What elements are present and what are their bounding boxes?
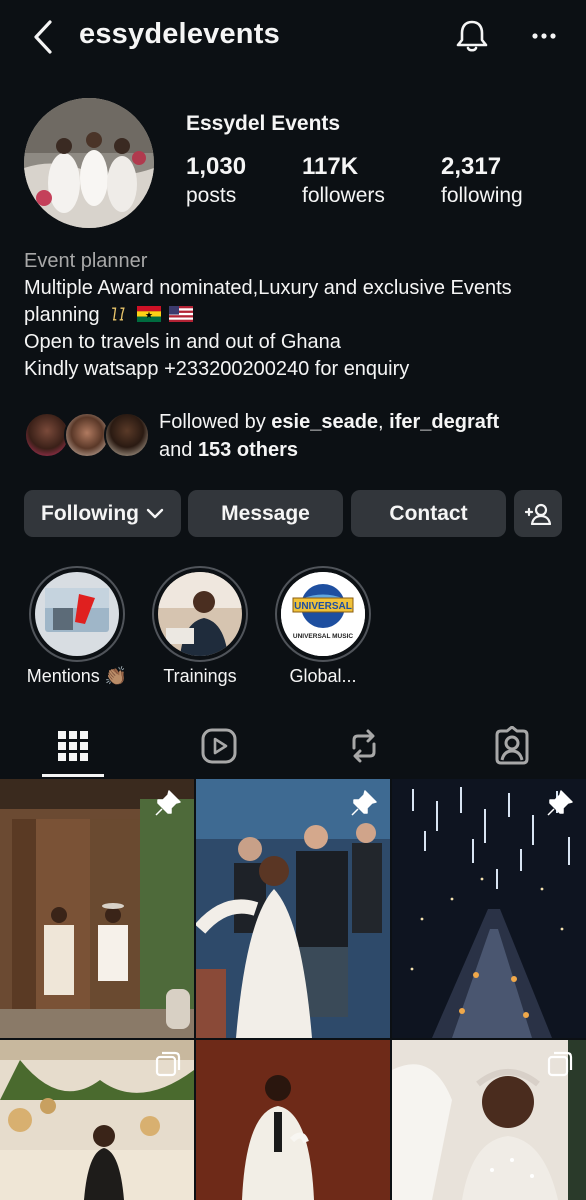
ghana-flag-icon [136,306,161,322]
display-name: Essydel Events [186,112,341,135]
message-button-label: Message [221,501,310,525]
post-tile[interactable] [392,1040,586,1200]
bio-line: Open to travels in and out of Ghana [24,331,341,353]
bio-category: Event planner [24,250,148,272]
suggest-people-button[interactable] [514,490,562,537]
repost-icon[interactable] [344,726,384,766]
pin-icon [547,790,573,816]
followers-count: 117K [302,153,359,180]
highlight-cover [35,572,119,656]
tagged-icon[interactable] [492,726,532,766]
champagne-icon [112,307,125,321]
highlight-cover [158,572,242,656]
post-tile[interactable] [392,779,586,1038]
followed-by-and: and [159,439,193,461]
following-count: 2,317 [441,153,502,180]
posts-label: posts [186,184,237,207]
mutual-user-link[interactable]: ifer_degraft [389,411,499,433]
universal-music-logo: UNIVERSAL UNIVERSAL MUSIC [281,572,365,656]
followed-by-prefix: Followed by [159,411,266,433]
mutual-others-link[interactable]: 153 others [198,439,298,461]
more-horizontal-icon[interactable] [524,20,564,52]
post-tile[interactable] [0,1040,194,1200]
stat-posts[interactable]: 1,030 posts [186,153,246,208]
carousel-icon [547,1051,573,1077]
bio-line-with-emoji: planning [24,302,569,329]
mutual-avatar [104,412,150,458]
post-tile[interactable] [0,779,194,1038]
grid-icon[interactable] [53,726,93,766]
bell-icon[interactable] [452,16,492,56]
stat-following[interactable]: 2,317 following [441,153,523,208]
carousel-icon [155,1051,181,1077]
contact-button-label: Contact [389,501,468,525]
top-bar: essydelevents [0,0,586,76]
following-label: following [441,184,523,207]
highlight-mentions[interactable] [29,566,125,662]
add-person-icon [525,503,551,525]
profile-bio: Event planner Multiple Award nominated,L… [24,248,569,383]
bio-line: planning [24,304,100,326]
chevron-left-icon[interactable] [26,18,60,56]
mutual-user-link[interactable]: esie_seade [271,411,378,433]
pin-icon [155,790,181,816]
mutual-followers[interactable]: Followed by esie_seade, ifer_degraft and… [24,408,569,464]
contact-button[interactable]: Contact [351,490,506,537]
bio-line: Kindly watsapp +233200200240 for enquiry [24,358,410,380]
message-button[interactable]: Message [188,490,343,537]
following-button[interactable]: Following [24,490,181,537]
highlight-trainings[interactable] [152,566,248,662]
posts-grid [0,779,586,1200]
followers-label: followers [302,184,385,207]
profile-avatar[interactable] [24,98,154,228]
posts-count: 1,030 [186,153,247,180]
profile-tabs [0,712,586,778]
active-tab-indicator [42,774,104,777]
highlight-global[interactable]: UNIVERSAL UNIVERSAL MUSIC [275,566,371,662]
profile-username: essydelevents [79,18,280,50]
followed-by-separator: , [378,411,384,433]
us-flag-icon [169,306,194,322]
pin-icon [351,790,377,816]
reels-icon[interactable] [199,726,239,766]
followed-by-text: Followed by esie_seade, ifer_degraft and… [159,408,499,464]
highlight-label: Mentions 👏🏽 [26,666,128,686]
stat-followers[interactable]: 117K followers [302,153,385,208]
post-tile[interactable] [196,779,390,1038]
following-button-label: Following [41,501,139,525]
universal-music-subtext: UNIVERSAL MUSIC [293,633,353,640]
chevron-down-icon [146,508,164,518]
post-tile[interactable] [196,1040,390,1200]
bio-line: Multiple Award nominated,Luxury and excl… [24,277,512,299]
highlight-label: Global... [289,666,357,686]
highlight-label: Trainings [163,666,237,686]
universal-logo-text: UNIVERSAL [294,601,352,612]
highlight-cover: UNIVERSAL UNIVERSAL MUSIC [281,572,365,656]
